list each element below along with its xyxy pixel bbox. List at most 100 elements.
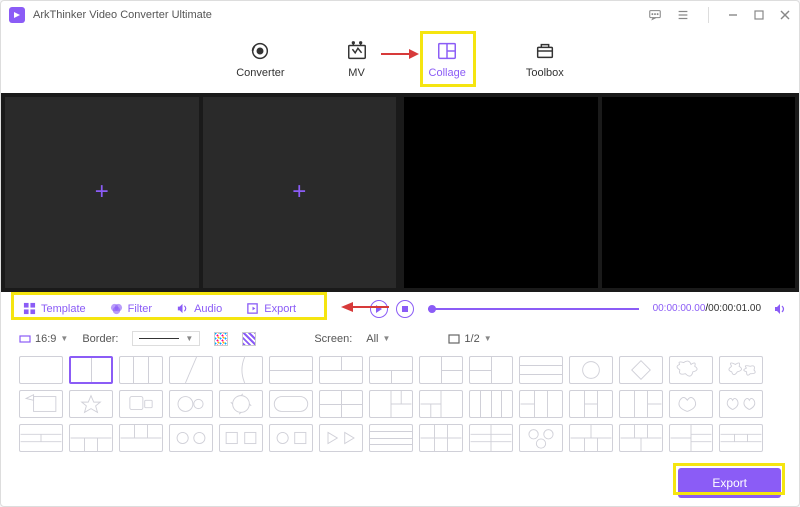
tab-label: Collage xyxy=(429,67,466,79)
template-item[interactable] xyxy=(619,424,663,452)
tab-label: MV xyxy=(348,67,365,79)
export-button[interactable]: Export xyxy=(678,468,781,498)
tab-collage[interactable]: Collage xyxy=(429,39,466,79)
collage-cell[interactable]: + xyxy=(5,97,199,288)
page-value: 1/2 xyxy=(464,333,479,345)
template-item[interactable] xyxy=(169,424,213,452)
border-color-button[interactable] xyxy=(214,332,228,346)
border-preview xyxy=(139,338,179,339)
template-item[interactable] xyxy=(569,390,613,418)
chevron-down-icon: ▼ xyxy=(484,334,492,343)
template-item[interactable] xyxy=(719,424,763,452)
timecode: 00:00:00.00/00:00:01.00 xyxy=(653,303,761,314)
template-item[interactable] xyxy=(669,390,713,418)
template-item[interactable] xyxy=(219,424,263,452)
template-item[interactable] xyxy=(119,390,163,418)
footer: Export xyxy=(1,460,799,506)
template-item[interactable] xyxy=(119,424,163,452)
template-item[interactable] xyxy=(19,356,63,384)
template-item[interactable] xyxy=(419,356,463,384)
tool-tabs-row: Template Filter Audio Export 00:00:00.00… xyxy=(1,292,799,325)
template-item[interactable] xyxy=(519,424,563,452)
template-item[interactable] xyxy=(319,390,363,418)
volume-icon[interactable] xyxy=(773,302,787,316)
template-item[interactable] xyxy=(419,390,463,418)
nav-tabs: Converter MV Collage Toolbox xyxy=(1,29,799,93)
collage-workspace: + + xyxy=(1,93,799,292)
screen-dropdown[interactable]: All ▼ xyxy=(366,333,390,345)
template-item[interactable] xyxy=(69,390,113,418)
template-item[interactable] xyxy=(719,390,763,418)
collage-cell[interactable]: + xyxy=(203,97,397,288)
tool-label: Audio xyxy=(194,303,222,315)
template-item[interactable] xyxy=(619,390,663,418)
template-item[interactable] xyxy=(169,390,213,418)
tab-converter[interactable]: Converter xyxy=(236,39,284,79)
template-item[interactable] xyxy=(569,424,613,452)
template-item[interactable] xyxy=(369,356,413,384)
template-item[interactable] xyxy=(369,390,413,418)
maximize-button[interactable] xyxy=(753,9,765,21)
tab-label: Toolbox xyxy=(526,67,564,79)
minimize-button[interactable] xyxy=(727,9,739,21)
template-item[interactable] xyxy=(269,424,313,452)
tool-label: Filter xyxy=(128,303,152,315)
template-item[interactable] xyxy=(419,424,463,452)
screen-value: All xyxy=(366,333,378,345)
aspect-dropdown[interactable]: 16:9 ▼ xyxy=(19,333,68,345)
mv-icon xyxy=(345,39,369,63)
template-item[interactable] xyxy=(519,356,563,384)
tab-toolbox[interactable]: Toolbox xyxy=(526,39,564,79)
app-logo xyxy=(9,7,25,23)
template-item[interactable] xyxy=(219,356,263,384)
close-button[interactable] xyxy=(779,9,791,21)
template-item[interactable] xyxy=(19,390,63,418)
collage-editor: + + xyxy=(1,93,400,292)
template-item[interactable] xyxy=(719,356,763,384)
template-item[interactable] xyxy=(469,356,513,384)
tab-mv[interactable]: MV xyxy=(345,39,369,79)
play-button[interactable] xyxy=(370,300,388,318)
template-item[interactable] xyxy=(69,424,113,452)
template-item[interactable] xyxy=(269,356,313,384)
template-item[interactable] xyxy=(669,424,713,452)
border-style-dropdown[interactable]: ▼ xyxy=(132,331,200,346)
screen-label: Screen: xyxy=(314,333,352,345)
template-item[interactable] xyxy=(119,356,163,384)
template-item[interactable] xyxy=(319,424,363,452)
tool-filter[interactable]: Filter xyxy=(100,298,162,319)
options-row: 16:9 ▼ Border: ▼ Screen: All ▼ 1/2 ▼ xyxy=(1,325,799,352)
border-pattern-button[interactable] xyxy=(242,332,256,346)
chevron-down-icon: ▼ xyxy=(383,334,391,343)
template-item[interactable] xyxy=(369,424,413,452)
template-item[interactable] xyxy=(19,424,63,452)
tool-template[interactable]: Template xyxy=(13,298,96,319)
template-item[interactable] xyxy=(269,390,313,418)
app-window: ArkThinker Video Converter Ultimate Conv… xyxy=(0,0,800,507)
app-title: ArkThinker Video Converter Ultimate xyxy=(33,9,212,21)
template-item[interactable] xyxy=(569,356,613,384)
tool-audio[interactable]: Audio xyxy=(166,298,232,319)
tool-export[interactable]: Export xyxy=(236,298,306,319)
toolbox-icon xyxy=(533,39,557,63)
converter-icon xyxy=(248,39,272,63)
scrubber[interactable] xyxy=(428,308,639,310)
preview-cell xyxy=(404,97,598,288)
template-item[interactable] xyxy=(169,356,213,384)
template-item[interactable] xyxy=(69,356,113,384)
tool-label: Template xyxy=(41,303,86,315)
template-item[interactable] xyxy=(319,356,363,384)
page-selector[interactable]: 1/2 ▼ xyxy=(448,333,491,345)
template-item[interactable] xyxy=(519,390,563,418)
menu-icon[interactable] xyxy=(676,8,690,22)
template-item[interactable] xyxy=(469,424,513,452)
template-item[interactable] xyxy=(619,356,663,384)
template-item[interactable] xyxy=(219,390,263,418)
aspect-value: 16:9 xyxy=(35,333,56,345)
feedback-icon[interactable] xyxy=(648,8,662,22)
playback-controls xyxy=(370,300,414,318)
chevron-down-icon: ▼ xyxy=(60,334,68,343)
template-item[interactable] xyxy=(669,356,713,384)
stop-button[interactable] xyxy=(396,300,414,318)
template-item[interactable] xyxy=(469,390,513,418)
